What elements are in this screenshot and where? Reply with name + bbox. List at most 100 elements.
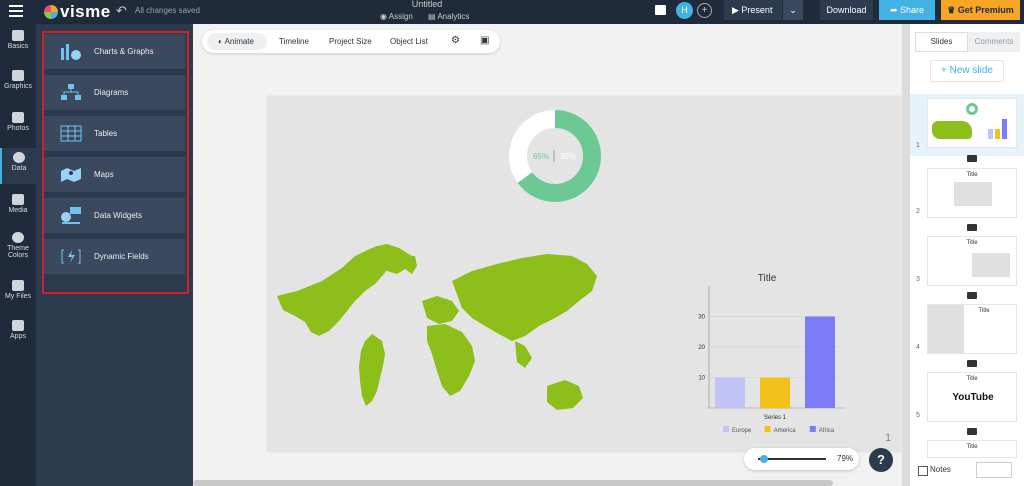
donut-label-1: 35% bbox=[560, 152, 576, 161]
bar-america[interactable] bbox=[760, 377, 790, 409]
rail-item-apps[interactable]: Apps bbox=[0, 320, 36, 350]
photos-icon bbox=[12, 112, 24, 123]
legend-label: Africa bbox=[819, 428, 835, 434]
rail-item-media[interactable]: Media bbox=[0, 194, 36, 224]
get-premium-button[interactable]: ♛ Get Premium bbox=[941, 0, 1020, 20]
tables-icon bbox=[60, 125, 82, 142]
timeline-button[interactable]: Timeline bbox=[279, 37, 309, 46]
thumbnail: Title bbox=[927, 304, 1017, 354]
tab-comments[interactable]: Comments bbox=[968, 32, 1020, 52]
transition-icon[interactable] bbox=[967, 224, 977, 231]
y-tick-label: 30 bbox=[698, 315, 705, 321]
slide-thumb-2[interactable]: 2 Title bbox=[910, 164, 1024, 220]
thumbnail: Title bbox=[927, 236, 1017, 286]
transition-icon[interactable] bbox=[967, 428, 977, 435]
donut-label-0: 65% bbox=[533, 152, 549, 161]
panel-item-diagrams[interactable]: Diagrams bbox=[44, 75, 185, 110]
view-toggle[interactable] bbox=[976, 462, 1012, 478]
rail-item-theme-colors[interactable]: Theme Colors bbox=[0, 232, 36, 268]
slide-thumb-3[interactable]: 3 Title bbox=[910, 232, 1024, 288]
comment-icon[interactable] bbox=[655, 5, 666, 15]
avatar[interactable]: H bbox=[676, 2, 693, 19]
legend-label: America bbox=[774, 428, 797, 434]
zoom-level: 79% bbox=[837, 454, 854, 463]
horizontal-scrollbar[interactable] bbox=[193, 480, 833, 486]
slide-thumb-4[interactable]: 4 Title bbox=[910, 300, 1024, 356]
bar-chart[interactable] bbox=[715, 316, 835, 409]
vertical-scrollbar[interactable] bbox=[902, 24, 909, 486]
present-button[interactable]: ▶ Present bbox=[724, 0, 782, 20]
data-widgets-icon bbox=[61, 207, 81, 224]
zoom-slider-handle[interactable] bbox=[759, 455, 768, 463]
world-map[interactable] bbox=[277, 244, 597, 410]
chart-title[interactable]: Title bbox=[758, 273, 777, 284]
media-icon bbox=[12, 194, 24, 205]
analytics-button[interactable]: ▤ Analytics bbox=[428, 12, 469, 21]
maps-icon bbox=[61, 168, 81, 182]
charts-graphs-icon bbox=[61, 44, 81, 60]
diagrams-icon bbox=[61, 84, 81, 100]
visme-logo[interactable]: visme bbox=[44, 2, 111, 22]
basics-icon bbox=[12, 30, 24, 41]
panel-item-tables[interactable]: Tables bbox=[44, 116, 185, 151]
panel-item-maps[interactable]: Maps bbox=[44, 157, 185, 192]
object-list-button[interactable]: Object List bbox=[390, 37, 428, 46]
download-button[interactable]: Download bbox=[820, 0, 873, 20]
slides-panel: Slides Comments + New slide 1 2 Title 3 … bbox=[909, 24, 1024, 486]
image-placeholder bbox=[954, 182, 992, 206]
grid-view-icon[interactable]: ▣ bbox=[480, 35, 489, 46]
legend-swatch bbox=[764, 426, 771, 432]
canvas-toolbar: ◐ Animate Timeline Project Size Object L… bbox=[202, 30, 500, 53]
x-axis-category-label: Series 1 bbox=[764, 415, 787, 421]
rail-item-graphics[interactable]: Graphics bbox=[0, 70, 36, 100]
left-rail: Basics Graphics Photos Data Media Theme … bbox=[0, 24, 36, 486]
zoom-slider-track[interactable] bbox=[758, 458, 826, 460]
slide-thumb-1[interactable]: 1 bbox=[910, 94, 1024, 156]
zoom-control: 79% bbox=[744, 448, 859, 470]
assign-button[interactable]: ◉ Assign bbox=[380, 12, 413, 21]
slide-thumb-5[interactable]: 5 Title YouTube bbox=[910, 368, 1024, 424]
bar-europe[interactable] bbox=[715, 377, 745, 409]
document-title[interactable]: Untitled bbox=[410, 0, 444, 9]
slide-page-number: 1 bbox=[885, 432, 892, 444]
data-icon bbox=[13, 152, 25, 163]
my-files-icon bbox=[12, 280, 24, 291]
legend-swatch bbox=[723, 426, 729, 432]
settings-icon[interactable]: ⚙ bbox=[451, 35, 460, 46]
rail-item-photos[interactable]: Photos bbox=[0, 112, 36, 142]
rail-item-basics[interactable]: Basics bbox=[0, 30, 36, 64]
rail-item-data[interactable]: Data bbox=[0, 148, 36, 184]
undo-icon[interactable]: ↶ bbox=[116, 3, 127, 19]
slide-thumb-6[interactable]: Title bbox=[910, 436, 1024, 458]
transition-icon[interactable] bbox=[967, 292, 977, 299]
transition-icon[interactable] bbox=[967, 155, 977, 162]
animate-button[interactable]: ◐ Animate bbox=[207, 33, 267, 50]
panel-item-data-widgets[interactable]: Data Widgets bbox=[44, 198, 185, 233]
add-collaborator-button[interactable]: + bbox=[697, 3, 712, 18]
panel-item-dynamic-fields[interactable]: Dynamic Fields bbox=[44, 239, 185, 274]
apps-icon bbox=[12, 320, 24, 331]
present-options-button[interactable]: ⌄ bbox=[783, 0, 803, 20]
dynamic-fields-icon bbox=[61, 249, 81, 264]
panel-item-charts-graphs[interactable]: Charts & Graphs bbox=[44, 34, 185, 69]
menu-icon[interactable] bbox=[9, 5, 23, 17]
donut-chart[interactable] bbox=[509, 110, 601, 202]
thumb-bar bbox=[995, 129, 1000, 139]
thumb-bar bbox=[1002, 119, 1007, 139]
rail-item-my-files[interactable]: My Files bbox=[0, 280, 36, 310]
share-button[interactable]: ➦ Share bbox=[879, 0, 935, 20]
slide-canvas[interactable]: 65% 35% Title 10 20 30 Series 1 Europe Amer… bbox=[267, 96, 901, 452]
thumbnail: Title YouTube bbox=[927, 372, 1017, 422]
y-tick-label: 20 bbox=[698, 345, 705, 351]
thumbnail bbox=[927, 98, 1017, 148]
project-size-button[interactable]: Project Size bbox=[329, 37, 372, 46]
top-bar: visme ↶ All changes saved Untitled ◉ Ass… bbox=[0, 0, 1024, 24]
youtube-logo: YouTube bbox=[950, 389, 996, 407]
tab-slides[interactable]: Slides bbox=[915, 32, 968, 52]
help-button[interactable]: ? bbox=[869, 448, 893, 472]
transition-icon[interactable] bbox=[967, 360, 977, 367]
new-slide-button[interactable]: + New slide bbox=[930, 60, 1004, 82]
legend-swatch bbox=[809, 426, 816, 432]
notes-button[interactable]: Notes bbox=[916, 462, 962, 478]
bar-africa[interactable] bbox=[805, 316, 835, 409]
